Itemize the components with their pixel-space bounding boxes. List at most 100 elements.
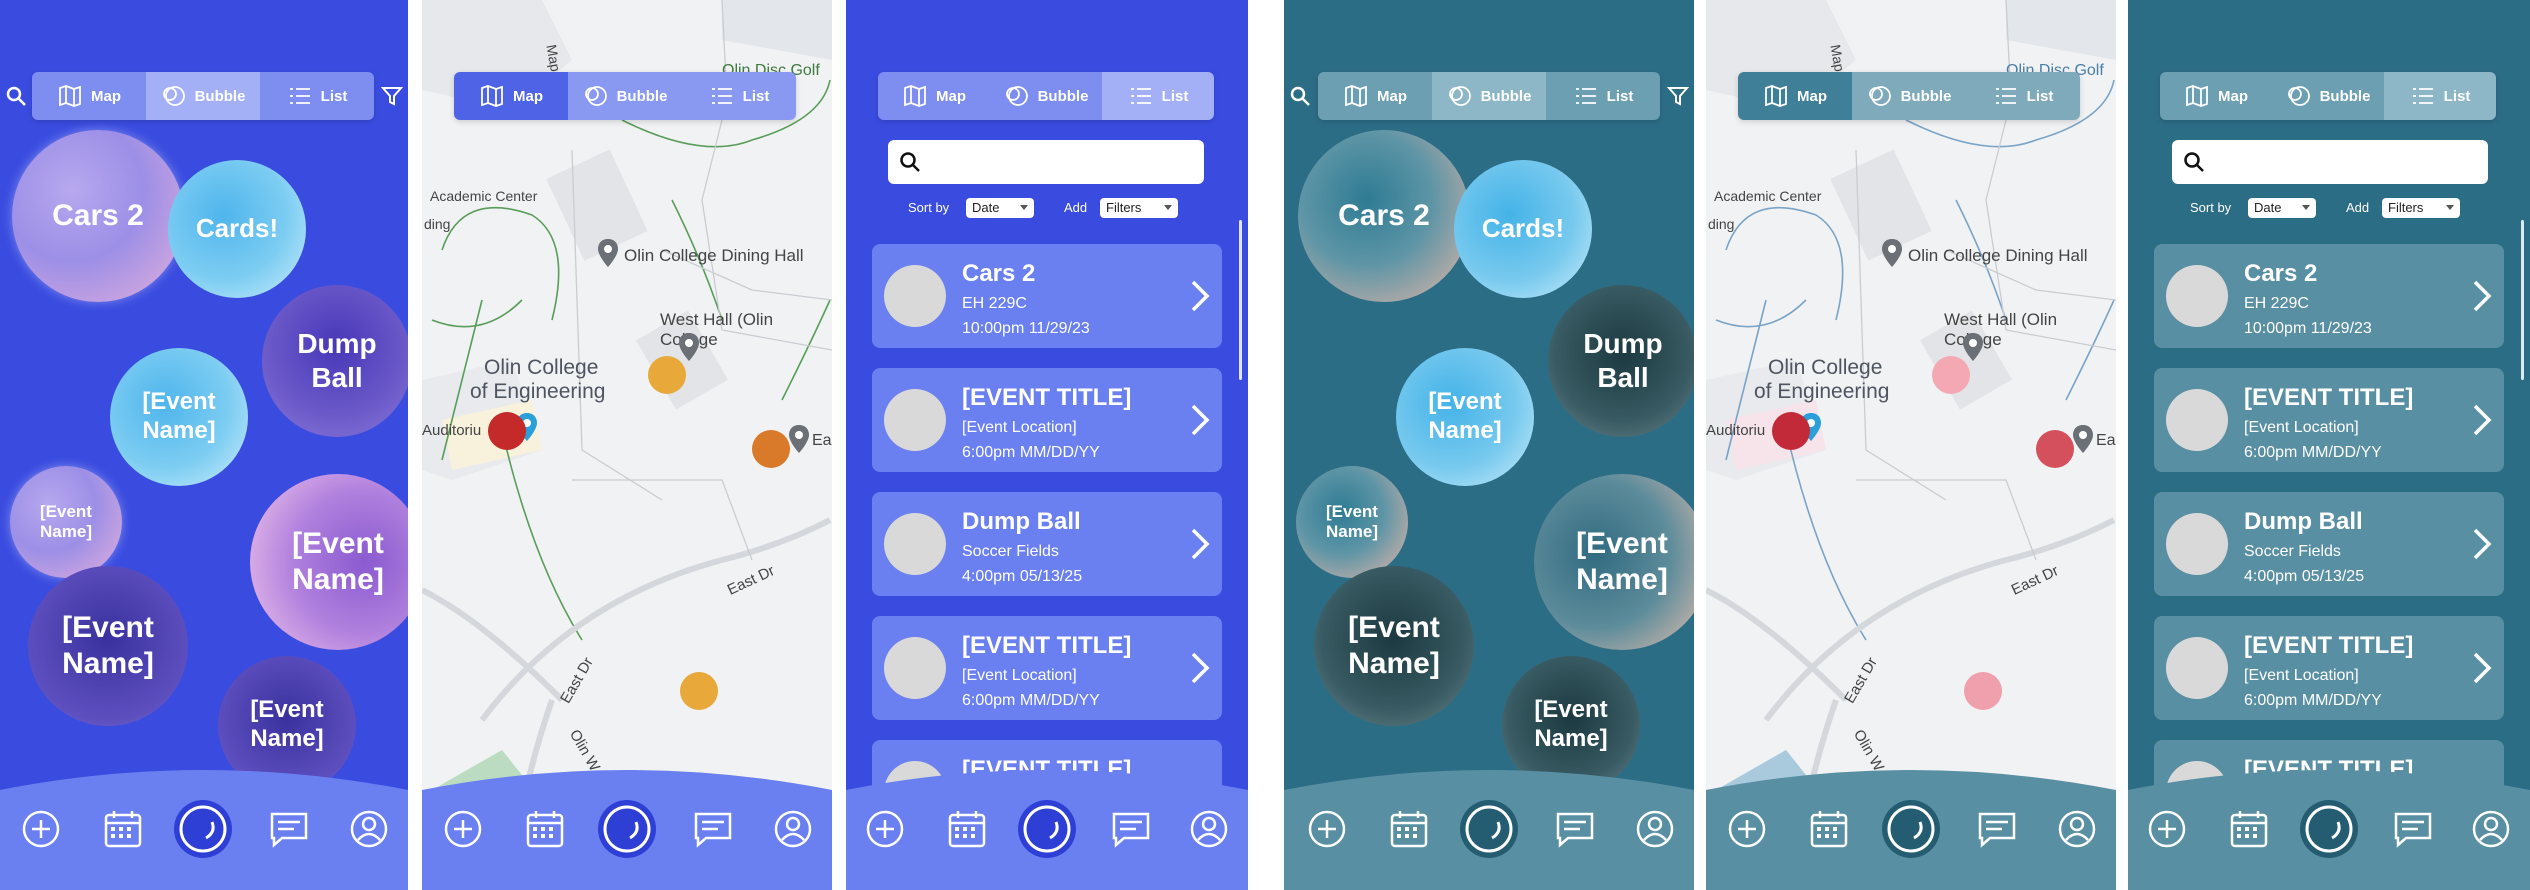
location-pin-icon[interactable] [1881, 238, 1903, 268]
event-bubble[interactable]: [Event Name] [1314, 566, 1474, 726]
sort-dropdown[interactable]: Date [966, 198, 1034, 218]
sort-dropdown[interactable]: Date [2248, 198, 2316, 218]
event-card[interactable]: [EVENT TITLE] [Event Location] 6:00pm MM/D… [2154, 368, 2504, 472]
scrollbar[interactable] [1239, 220, 1242, 380]
home-bubble-icon[interactable] [1458, 798, 1520, 860]
home-bubble-icon[interactable] [1016, 798, 1078, 860]
event-bubble[interactable]: Dump Ball [262, 285, 408, 437]
tab-bubble[interactable]: Bubble [146, 72, 260, 120]
calendar-icon[interactable] [1388, 808, 1430, 850]
chat-icon[interactable] [1976, 808, 2018, 850]
search-icon[interactable] [1288, 84, 1312, 108]
event-marker[interactable] [648, 356, 686, 394]
tab-bubble[interactable]: Bubble [1852, 72, 1966, 120]
event-card[interactable]: Cars 2 EH 229C 10:00pm 11/29/23 [2154, 244, 2504, 348]
event-bubble[interactable]: [Event Name] [1396, 348, 1534, 486]
calendar-icon[interactable] [102, 808, 144, 850]
location-pin-icon[interactable] [1962, 332, 1984, 362]
event-bubble[interactable]: [Event Name] [110, 348, 248, 486]
event-marker[interactable] [680, 672, 718, 710]
tab-map[interactable]: Map [454, 72, 568, 120]
search-input[interactable] [888, 140, 1204, 184]
event-marker[interactable] [1932, 356, 1970, 394]
tab-list[interactable]: List [1102, 72, 1214, 120]
profile-icon[interactable] [348, 808, 390, 850]
event-bubble[interactable]: Cars 2 [12, 130, 184, 302]
tab-list[interactable]: List [1966, 72, 2080, 120]
tab-bubble[interactable]: Bubble [568, 72, 682, 120]
filter-icon[interactable] [1666, 84, 1690, 108]
location-pin-icon[interactable] [597, 238, 619, 268]
event-bubble[interactable]: [Event Name] [28, 566, 188, 726]
event-thumbnail [2166, 513, 2228, 575]
tab-map[interactable]: Map [32, 72, 146, 120]
chat-icon[interactable] [2392, 808, 2434, 850]
event-bubble[interactable]: [Event Name] [1534, 474, 1694, 650]
tab-map[interactable]: Map [2160, 72, 2272, 120]
calendar-icon[interactable] [946, 808, 988, 850]
event-bubble[interactable]: [Event Name] [1296, 466, 1408, 578]
event-bubble[interactable]: Dump Ball [1548, 285, 1694, 437]
filter-dropdown[interactable]: Filters [2382, 198, 2460, 218]
event-card[interactable]: [EVENT TITLE] [Event Location] 6:00pm MM/D… [2154, 616, 2504, 720]
event-bubble[interactable]: Cards! [168, 160, 306, 298]
home-bubble-icon[interactable] [596, 798, 658, 860]
profile-icon[interactable] [1188, 808, 1230, 850]
add-icon[interactable] [442, 808, 484, 850]
home-bubble-icon[interactable] [2298, 798, 2360, 860]
profile-icon[interactable] [2056, 808, 2098, 850]
list-screen-teal: Map Bubble List Sort by Date Add Filters… [2128, 0, 2530, 890]
tab-list[interactable]: List [682, 72, 796, 120]
profile-icon[interactable] [1634, 808, 1676, 850]
location-pin-icon[interactable] [2072, 424, 2094, 454]
chat-icon[interactable] [1110, 808, 1152, 850]
calendar-icon[interactable] [2228, 808, 2270, 850]
tab-list[interactable]: List [1546, 72, 1660, 120]
chat-icon[interactable] [1554, 808, 1596, 850]
event-bubble[interactable]: Cards! [1454, 160, 1592, 298]
event-bubble[interactable]: Cars 2 [1298, 130, 1470, 302]
tab-bubble[interactable]: Bubble [1432, 72, 1546, 120]
filter-dropdown[interactable]: Filters [1100, 198, 1178, 218]
tab-map[interactable]: Map [878, 72, 990, 120]
event-card[interactable]: [EVENT TITLE] [Event Location] 6:00pm MM/D… [872, 616, 1222, 720]
event-marker[interactable] [1964, 672, 2002, 710]
view-toggle: Map Bubble List [878, 72, 1214, 120]
profile-icon[interactable] [772, 808, 814, 850]
add-icon[interactable] [1726, 808, 1768, 850]
add-icon[interactable] [2146, 808, 2188, 850]
event-marker[interactable] [2036, 430, 2074, 468]
event-marker[interactable] [752, 430, 790, 468]
add-icon[interactable] [1306, 808, 1348, 850]
scrollbar[interactable] [2521, 220, 2524, 380]
event-card[interactable]: [EVENT TITLE] [Event Location] 6:00pm MM/D… [872, 368, 1222, 472]
tab-map[interactable]: Map [1738, 72, 1852, 120]
tab-list[interactable]: List [2384, 72, 2496, 120]
home-bubble-icon[interactable] [172, 798, 234, 860]
add-icon[interactable] [20, 808, 62, 850]
profile-icon[interactable] [2470, 808, 2512, 850]
event-title: Cars 2 [2244, 260, 2318, 287]
tab-list[interactable]: List [260, 72, 374, 120]
add-icon[interactable] [864, 808, 906, 850]
event-bubble[interactable]: [Event Name] [250, 474, 408, 650]
filter-icon[interactable] [380, 84, 404, 108]
location-pin-icon[interactable] [788, 424, 810, 454]
chat-icon[interactable] [268, 808, 310, 850]
home-bubble-icon[interactable] [1880, 798, 1942, 860]
event-marker[interactable] [1772, 412, 1810, 450]
calendar-icon[interactable] [1808, 808, 1850, 850]
event-marker[interactable] [488, 412, 526, 450]
search-input[interactable] [2172, 140, 2488, 184]
event-bubble[interactable]: [Event Name] [10, 466, 122, 578]
event-card[interactable]: Cars 2 EH 229C 10:00pm 11/29/23 [872, 244, 1222, 348]
search-icon[interactable] [4, 84, 28, 108]
chat-icon[interactable] [692, 808, 734, 850]
location-pin-icon[interactable] [678, 332, 700, 362]
tab-bubble[interactable]: Bubble [2272, 72, 2384, 120]
event-card[interactable]: Dump Ball Soccer Fields 4:00pm 05/13/25 [872, 492, 1222, 596]
tab-map[interactable]: Map [1318, 72, 1432, 120]
tab-bubble[interactable]: Bubble [990, 72, 1102, 120]
event-card[interactable]: Dump Ball Soccer Fields 4:00pm 05/13/25 [2154, 492, 2504, 596]
calendar-icon[interactable] [524, 808, 566, 850]
